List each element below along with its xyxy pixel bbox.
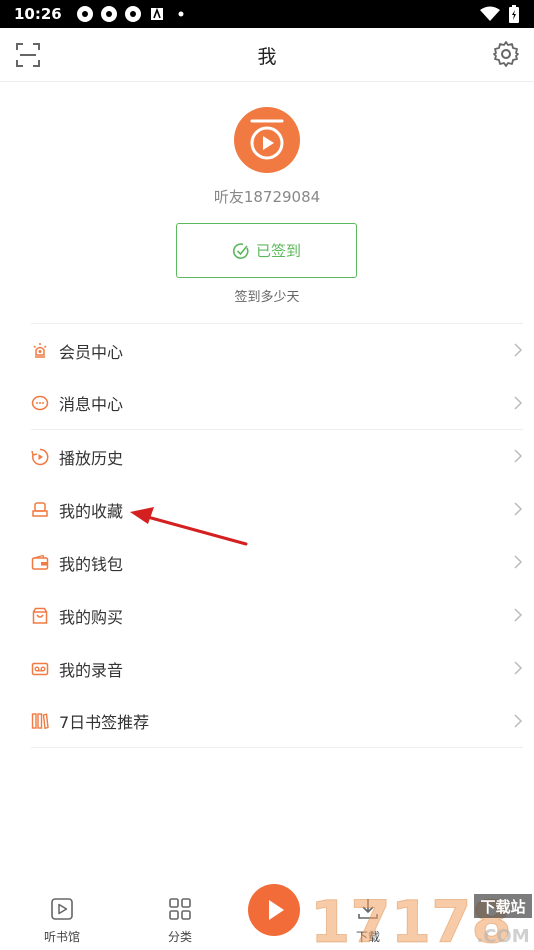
chevron-right-icon — [514, 661, 523, 675]
chevron-right-icon — [514, 608, 523, 622]
wallet-icon — [31, 554, 49, 570]
app-notification-icon — [100, 6, 117, 22]
menu-label: 我的录音 — [59, 660, 124, 680]
signin-button[interactable]: 已签到 — [176, 223, 357, 278]
chevron-right-icon — [514, 502, 523, 516]
menu-item-wallet[interactable]: 我的钱包 — [31, 536, 523, 589]
play-button[interactable] — [248, 884, 300, 936]
menu-label: 我的购买 — [59, 607, 124, 627]
status-time: 10:26 — [14, 5, 62, 23]
menu-item-message-center[interactable]: 消息中心 — [31, 377, 523, 430]
app-logo-play-icon — [250, 119, 284, 160]
bookshelf-icon — [31, 713, 49, 730]
menu-item-bookmark-recommend[interactable]: 7日书签推荐 — [31, 695, 523, 748]
wifi-icon — [480, 6, 500, 21]
check-circle-icon — [232, 242, 249, 259]
tab-category[interactable]: 分类 — [140, 880, 220, 950]
vip-crown-icon — [33, 342, 47, 358]
menu-label: 我的收藏 — [59, 501, 124, 521]
signin-label: 已签到 — [255, 242, 301, 260]
annotation-arrow — [130, 507, 248, 546]
menu-list: 会员中心 消息中心 播放历史 我的收藏 我的钱包 我的购买 我的录音 7日书签推… — [31, 323, 523, 748]
menu-item-recordings[interactable]: 我的录音 — [31, 642, 523, 695]
menu-item-purchases[interactable]: 我的购买 — [31, 589, 523, 642]
watermark-suffix: .COM — [476, 926, 529, 947]
menu-label: 7日书签推荐 — [59, 713, 150, 732]
chevron-right-icon — [514, 714, 523, 728]
menu-label: 会员中心 — [59, 342, 124, 362]
app-notification-icon — [124, 6, 141, 22]
chevron-right-icon — [514, 449, 523, 463]
chevron-right-icon — [514, 343, 523, 357]
dot-icon — [178, 11, 184, 17]
message-bubble-icon — [31, 395, 49, 411]
font-notification-icon — [150, 7, 163, 20]
menu-label: 我的钱包 — [59, 554, 124, 574]
menu-item-favorites[interactable]: 我的收藏 — [31, 483, 523, 536]
page-title: 我 — [257, 46, 277, 68]
menu-item-vip-center[interactable]: 会员中心 — [31, 324, 523, 377]
menu-item-play-history[interactable]: 播放历史 — [31, 430, 523, 483]
play-icon — [269, 900, 284, 920]
watermark-badge: 下载站 — [480, 898, 525, 916]
favorites-icon — [32, 501, 48, 517]
top-header: 我 — [0, 28, 534, 82]
tab-library[interactable]: 听书馆 — [22, 880, 102, 950]
grid-icon — [169, 898, 191, 920]
site-watermark-logo: 17178 下载站 .COM — [310, 888, 532, 950]
menu-label: 消息中心 — [59, 395, 124, 414]
settings-gear-icon[interactable] — [492, 40, 520, 68]
app-notification-icon — [76, 6, 93, 22]
chevron-right-icon — [514, 396, 523, 410]
battery-icon — [509, 5, 519, 23]
avatar[interactable] — [234, 107, 300, 173]
status-notification-icons — [76, 5, 190, 23]
signin-days-text: 签到多少天 — [234, 290, 300, 305]
history-play-icon — [31, 448, 49, 465]
shopping-bag-icon — [32, 607, 48, 624]
tab-label: 分类 — [167, 930, 192, 944]
chevron-right-icon — [514, 555, 523, 569]
status-bar: 10:26 — [0, 0, 534, 28]
menu-label: 播放历史 — [59, 448, 124, 468]
username: 听友18729084 — [213, 188, 321, 206]
tab-label: 听书馆 — [43, 930, 80, 944]
status-system-icons — [480, 5, 520, 23]
play-square-icon — [51, 898, 73, 920]
recording-tape-icon — [31, 662, 49, 675]
